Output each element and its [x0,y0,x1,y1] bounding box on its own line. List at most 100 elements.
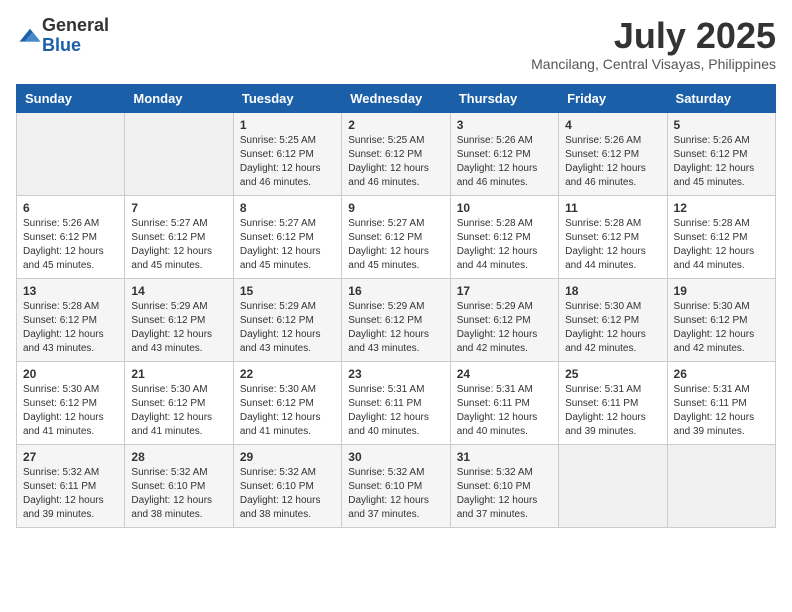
calendar-cell: 30Sunrise: 5:32 AM Sunset: 6:10 PM Dayli… [342,444,450,527]
calendar-cell [125,112,233,195]
day-info: Sunrise: 5:27 AM Sunset: 6:12 PM Dayligh… [240,217,335,273]
calendar-cell: 1 Sunrise: 5:25 AM Sunset: 6:12 PM Daylig… [233,112,341,195]
calendar-cell: 13Sunrise: 5:28 AM Sunset: 6:12 PM Dayli… [17,278,125,361]
day-info: Sunrise: 5:30 AM Sunset: 6:12 PM Dayligh… [240,383,335,439]
day-info: Sunrise: 5:25 AM Sunset: 6:12 PM Dayligh… [348,134,443,190]
calendar-week-row: 27 Sunrise: 5:32 AM Sunset: 6:11 PM Dayli… [17,444,776,527]
calendar-cell [667,444,775,527]
day-number: 12 [674,201,769,215]
day-info: Sunrise: 5:27 AM Sunset: 6:12 PM Dayligh… [348,217,443,273]
day-number: 16 [348,284,443,298]
calendar-week-row: 20 Sunrise: 5:30 AM Sunset: 6:12 PM Dayli… [17,361,776,444]
calendar-cell: 28 Sunrise: 5:32 AM Sunset: 6:10 PM Dayli… [125,444,233,527]
day-number: 22 [240,367,335,381]
calendar-cell: 18 Sunrise: 5:30 AM Sunset: 6:12 PM Dayli… [559,278,667,361]
calendar-cell: 3 Sunrise: 5:26 AM Sunset: 6:12 PM Daylig… [450,112,558,195]
calendar-cell: 12 Sunrise: 5:28 AM Sunset: 6:12 PM Dayli… [667,195,775,278]
calendar-cell: 5 Sunrise: 5:26 AM Sunset: 6:12 PM Daylig… [667,112,775,195]
day-info: Sunrise: 5:25 AM Sunset: 6:12 PM Dayligh… [240,134,335,190]
day-info: Sunrise: 5:26 AM Sunset: 6:12 PM Dayligh… [565,134,660,190]
day-number: 18 [565,284,660,298]
calendar-cell: 26 Sunrise: 5:31 AM Sunset: 6:11 PM Dayli… [667,361,775,444]
calendar-table: SundayMondayTuesdayWednesdayThursdayFrid… [16,84,776,528]
day-info: Sunrise: 5:27 AM Sunset: 6:12 PM Dayligh… [131,217,226,273]
day-number: 24 [457,367,552,381]
calendar-cell: 27 Sunrise: 5:32 AM Sunset: 6:11 PM Dayli… [17,444,125,527]
day-number: 21 [131,367,226,381]
day-info: Sunrise: 5:26 AM Sunset: 6:12 PM Dayligh… [674,134,769,190]
calendar-cell: 14 Sunrise: 5:29 AM Sunset: 6:12 PM Dayli… [125,278,233,361]
calendar-week-row: 13Sunrise: 5:28 AM Sunset: 6:12 PM Dayli… [17,278,776,361]
day-info: Sunrise: 5:30 AM Sunset: 6:12 PM Dayligh… [131,383,226,439]
logo: General Blue [16,16,109,56]
day-info: Sunrise: 5:30 AM Sunset: 6:12 PM Dayligh… [674,300,769,356]
calendar-cell: 8 Sunrise: 5:27 AM Sunset: 6:12 PM Daylig… [233,195,341,278]
day-number: 31 [457,450,552,464]
day-number: 1 [240,118,335,132]
day-info: Sunrise: 5:28 AM Sunset: 6:12 PM Dayligh… [23,300,118,356]
day-of-week-header: Saturday [667,84,775,112]
day-info: Sunrise: 5:30 AM Sunset: 6:12 PM Dayligh… [23,383,118,439]
calendar-cell: 6 Sunrise: 5:26 AM Sunset: 6:12 PM Daylig… [17,195,125,278]
calendar-cell: 19 Sunrise: 5:30 AM Sunset: 6:12 PM Dayli… [667,278,775,361]
day-info: Sunrise: 5:31 AM Sunset: 6:11 PM Dayligh… [565,383,660,439]
calendar-cell [17,112,125,195]
day-info: Sunrise: 5:31 AM Sunset: 6:11 PM Dayligh… [674,383,769,439]
day-info: Sunrise: 5:32 AM Sunset: 6:11 PM Dayligh… [23,466,118,522]
day-number: 5 [674,118,769,132]
day-info: Sunrise: 5:32 AM Sunset: 6:10 PM Dayligh… [131,466,226,522]
calendar-week-row: 1 Sunrise: 5:25 AM Sunset: 6:12 PM Daylig… [17,112,776,195]
day-number: 27 [23,450,118,464]
logo-blue-text: Blue [42,36,109,56]
day-info: Sunrise: 5:29 AM Sunset: 6:12 PM Dayligh… [131,300,226,356]
day-of-week-header: Wednesday [342,84,450,112]
day-info: Sunrise: 5:31 AM Sunset: 6:11 PM Dayligh… [457,383,552,439]
day-info: Sunrise: 5:31 AM Sunset: 6:11 PM Dayligh… [348,383,443,439]
day-info: Sunrise: 5:30 AM Sunset: 6:12 PM Dayligh… [565,300,660,356]
title-block: July 2025 Mancilang, Central Visayas, Ph… [531,16,776,72]
location-title: Mancilang, Central Visayas, Philippines [531,56,776,72]
day-info: Sunrise: 5:26 AM Sunset: 6:12 PM Dayligh… [23,217,118,273]
calendar-cell: 24 Sunrise: 5:31 AM Sunset: 6:11 PM Dayli… [450,361,558,444]
calendar-cell: 21 Sunrise: 5:30 AM Sunset: 6:12 PM Dayli… [125,361,233,444]
day-of-week-header: Thursday [450,84,558,112]
day-info: Sunrise: 5:28 AM Sunset: 6:12 PM Dayligh… [457,217,552,273]
day-number: 23 [348,367,443,381]
day-number: 11 [565,201,660,215]
day-number: 26 [674,367,769,381]
day-number: 15 [240,284,335,298]
day-info: Sunrise: 5:26 AM Sunset: 6:12 PM Dayligh… [457,134,552,190]
day-info: Sunrise: 5:29 AM Sunset: 6:12 PM Dayligh… [348,300,443,356]
calendar-cell: 10 Sunrise: 5:28 AM Sunset: 6:12 PM Dayli… [450,195,558,278]
calendar-cell: 4 Sunrise: 5:26 AM Sunset: 6:12 PM Daylig… [559,112,667,195]
logo-general-text: General [42,16,109,36]
day-number: 20 [23,367,118,381]
day-number: 14 [131,284,226,298]
day-info: Sunrise: 5:29 AM Sunset: 6:12 PM Dayligh… [240,300,335,356]
calendar-cell: 11 Sunrise: 5:28 AM Sunset: 6:12 PM Dayli… [559,195,667,278]
calendar-cell: 17Sunrise: 5:29 AM Sunset: 6:12 PM Dayli… [450,278,558,361]
day-info: Sunrise: 5:28 AM Sunset: 6:12 PM Dayligh… [565,217,660,273]
day-number: 8 [240,201,335,215]
day-number: 29 [240,450,335,464]
calendar-cell: 16 Sunrise: 5:29 AM Sunset: 6:12 PM Dayli… [342,278,450,361]
day-number: 6 [23,201,118,215]
calendar-cell [559,444,667,527]
calendar-cell: 15 Sunrise: 5:29 AM Sunset: 6:12 PM Dayli… [233,278,341,361]
calendar-cell: 25Sunrise: 5:31 AM Sunset: 6:11 PM Dayli… [559,361,667,444]
day-of-week-header: Monday [125,84,233,112]
day-number: 3 [457,118,552,132]
day-number: 28 [131,450,226,464]
day-of-week-header: Friday [559,84,667,112]
day-of-week-header: Tuesday [233,84,341,112]
day-number: 10 [457,201,552,215]
page-header: General Blue July 2025 Mancilang, Centra… [16,16,776,72]
day-number: 19 [674,284,769,298]
day-number: 7 [131,201,226,215]
calendar-cell: 2Sunrise: 5:25 AM Sunset: 6:12 PM Daylig… [342,112,450,195]
calendar-cell: 20 Sunrise: 5:30 AM Sunset: 6:12 PM Dayli… [17,361,125,444]
day-info: Sunrise: 5:28 AM Sunset: 6:12 PM Dayligh… [674,217,769,273]
day-info: Sunrise: 5:32 AM Sunset: 6:10 PM Dayligh… [457,466,552,522]
day-number: 4 [565,118,660,132]
logo-icon [18,24,42,48]
